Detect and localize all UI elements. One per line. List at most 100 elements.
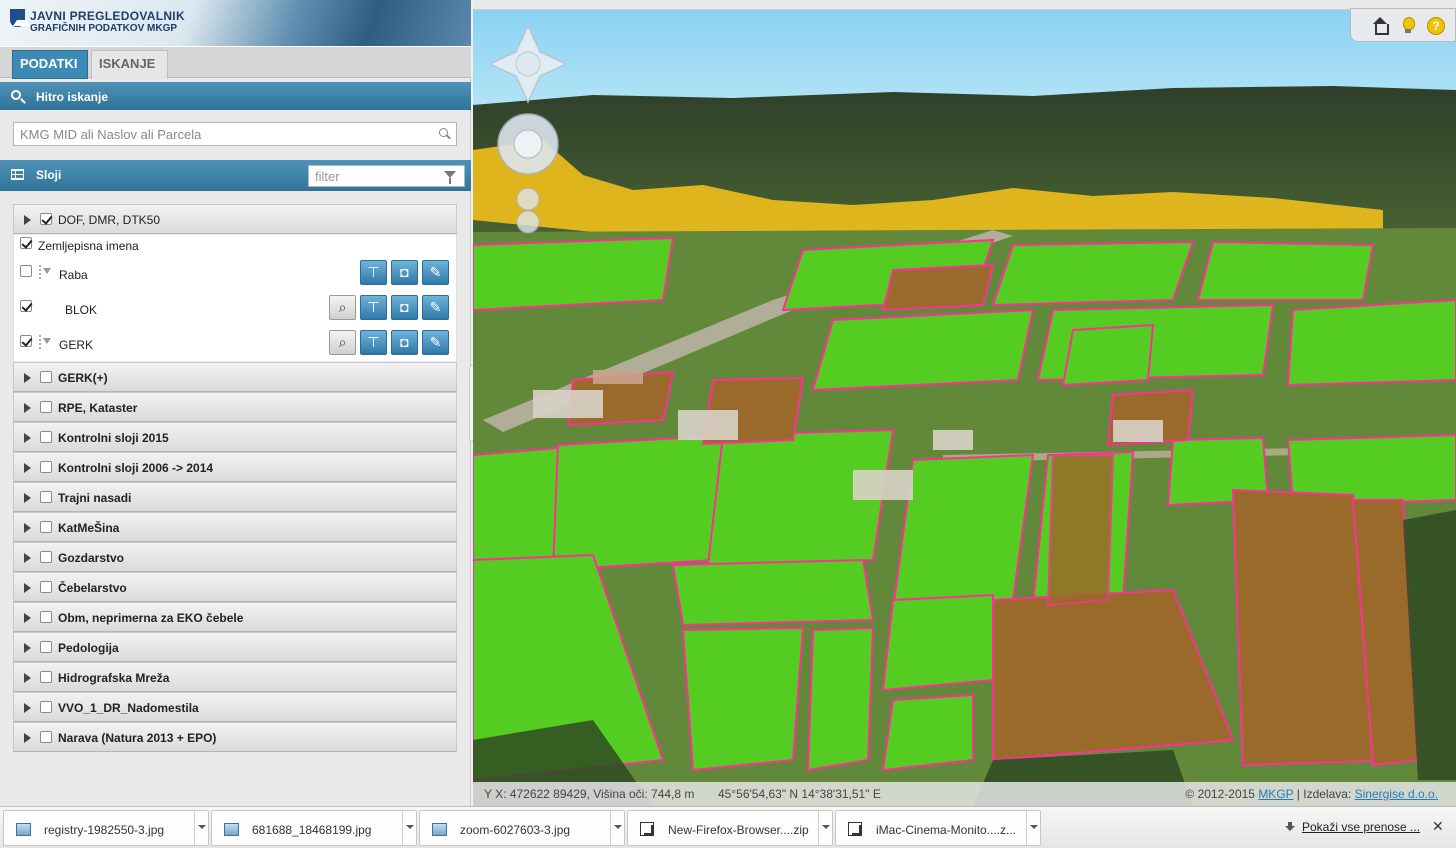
- edit-button[interactable]: ✎: [422, 295, 449, 320]
- layer-group-row[interactable]: Obm, neprimerna za EKO čebele: [13, 602, 457, 632]
- expand-arrow-icon[interactable]: [24, 463, 31, 473]
- latlon-readout: 45°56'54,63" N 14°38'31,51" E: [718, 787, 881, 801]
- style-button[interactable]: ⊤: [360, 330, 387, 355]
- layer-group-checkbox[interactable]: [40, 371, 52, 383]
- mkgp-link[interactable]: MKGP: [1258, 787, 1293, 801]
- layer-group-checkbox[interactable]: [40, 701, 52, 713]
- sublayer-zemljepisna-imena: Zemljepisna imena: [14, 235, 458, 259]
- lightbulb-icon[interactable]: [1399, 17, 1417, 35]
- layer-group-row[interactable]: Gozdarstvo: [13, 542, 457, 572]
- tab-podatki[interactable]: PODATKI: [12, 50, 88, 79]
- tab-bar: PODATKI ISKANJE: [0, 46, 471, 79]
- expand-arrow-icon[interactable]: [24, 493, 31, 503]
- expand-arrow-icon[interactable]: [24, 373, 31, 383]
- download-menu-button[interactable]: [610, 811, 624, 845]
- layer-group-checkbox[interactable]: [40, 213, 52, 225]
- expand-arrow-icon[interactable]: [24, 613, 31, 623]
- layer-group-row[interactable]: Trajni nasadi: [13, 482, 457, 512]
- expand-arrow-icon[interactable]: [24, 403, 31, 413]
- layer-group-checkbox[interactable]: [40, 461, 52, 473]
- filter-icon[interactable]: [444, 171, 456, 184]
- search-submit-icon[interactable]: [439, 128, 448, 137]
- layer-group-row[interactable]: GERK(+): [13, 362, 457, 392]
- pan-arrows-icon[interactable]: [488, 24, 568, 104]
- close-downloads-bar-button[interactable]: ✕: [1432, 818, 1444, 835]
- help-icon[interactable]: ?: [1427, 17, 1445, 35]
- home-icon[interactable]: [1371, 17, 1389, 35]
- layer-group-label: Trajni nasadi: [58, 491, 132, 505]
- expand-arrow-icon[interactable]: [24, 215, 31, 225]
- edit-button[interactable]: ✎: [422, 260, 449, 285]
- drag-handle-icon[interactable]: [38, 335, 52, 349]
- layer-group-checkbox[interactable]: [40, 551, 52, 563]
- style-button[interactable]: ⊤: [360, 295, 387, 320]
- layer-group-row[interactable]: Hidrografska Mreža: [13, 662, 457, 692]
- layer-group-row[interactable]: Kontrolni sloji 2006 -> 2014: [13, 452, 457, 482]
- layer-filter-input[interactable]: [309, 166, 439, 186]
- layer-group-row[interactable]: VVO_1_DR_Nadomestila: [13, 692, 457, 722]
- layer-group-checkbox[interactable]: [40, 671, 52, 683]
- layer-group-dof[interactable]: DOF, DMR, DTK50: [13, 204, 457, 234]
- download-item[interactable]: registry-1982550-3.jpg: [3, 810, 209, 846]
- download-item[interactable]: iMac-Cinema-Monito....z...: [835, 810, 1041, 846]
- expand-arrow-icon[interactable]: [24, 433, 31, 443]
- expand-arrow-icon[interactable]: [24, 583, 31, 593]
- sinergise-link[interactable]: Sinergise d.o.o.: [1355, 787, 1438, 801]
- layer-group-row[interactable]: Pedologija: [13, 632, 457, 662]
- download-menu-button[interactable]: [1026, 811, 1040, 845]
- download-menu-button[interactable]: [818, 811, 832, 845]
- layer-group-checkbox[interactable]: [40, 731, 52, 743]
- credits-separator: | Izdelava:: [1296, 787, 1352, 801]
- download-item[interactable]: 681688_18468199.jpg: [211, 810, 417, 846]
- expand-arrow-icon[interactable]: [24, 523, 31, 533]
- layer-group-checkbox[interactable]: [40, 641, 52, 653]
- sublayer-checkbox[interactable]: [20, 300, 32, 312]
- layer-group-checkbox[interactable]: [40, 401, 52, 413]
- 3d-button[interactable]: ◘: [391, 330, 418, 355]
- 3d-button[interactable]: ◘: [391, 260, 418, 285]
- zoom-slider-icon[interactable]: [516, 187, 540, 234]
- tab-iskanje[interactable]: ISKANJE: [91, 50, 168, 79]
- layer-group-checkbox[interactable]: [40, 521, 52, 533]
- sublayer-checkbox[interactable]: [20, 237, 32, 249]
- expand-arrow-icon[interactable]: [24, 733, 31, 743]
- layer-group-label: Čebelarstvo: [58, 581, 127, 595]
- download-menu-button[interactable]: [194, 811, 208, 845]
- zoom-to-layer-button[interactable]: ⌕: [329, 330, 356, 355]
- credits: © 2012-2015 MKGP | Izdelava: Sinergise d…: [1185, 787, 1438, 801]
- layer-group-row[interactable]: Kontrolni sloji 2015: [13, 422, 457, 452]
- app-subtitle: GRAFIČNIH PODATKOV MKGP: [30, 23, 178, 34]
- map-top-strip: [473, 0, 1456, 10]
- layer-group-row[interactable]: RPE, Kataster: [13, 392, 457, 422]
- left-panel: JAVNI PREGLEDOVALNIK GRAFIČNIH PODATKOV …: [0, 0, 471, 806]
- expand-arrow-icon[interactable]: [24, 703, 31, 713]
- map-3d-view[interactable]: ? Y X: 472622 89429, Višina oči: 744,8 m…: [473, 0, 1456, 806]
- download-item[interactable]: zoom-6027603-3.jpg: [419, 810, 625, 846]
- layer-group-row[interactable]: Narava (Natura 2013 + EPO): [13, 722, 457, 752]
- layer-group-row[interactable]: Čebelarstvo: [13, 572, 457, 602]
- expand-arrow-icon[interactable]: [24, 643, 31, 653]
- show-all-downloads-link[interactable]: Pokaži vse prenose ...: [1302, 820, 1420, 834]
- expand-arrow-icon[interactable]: [24, 553, 31, 563]
- download-menu-button[interactable]: [402, 811, 416, 845]
- edit-button[interactable]: ✎: [422, 330, 449, 355]
- style-button[interactable]: ⊤: [360, 260, 387, 285]
- expand-arrow-icon[interactable]: [24, 673, 31, 683]
- zoom-to-layer-button[interactable]: ⌕: [329, 295, 356, 320]
- download-item[interactable]: New-Firefox-Browser....zip: [627, 810, 833, 846]
- layer-group-checkbox[interactable]: [40, 431, 52, 443]
- sublayer-checkbox[interactable]: [20, 265, 32, 277]
- quick-search-header[interactable]: Hitro iskanje: [0, 82, 471, 110]
- layer-group-row[interactable]: KatMeŠina: [13, 512, 457, 542]
- rotate-compass-icon[interactable]: [497, 113, 559, 175]
- coordinates-readout: Y X: 472622 89429, Višina oči: 744,8 m: [484, 787, 695, 801]
- layer-group-checkbox[interactable]: [40, 491, 52, 503]
- layer-group-checkbox[interactable]: [40, 611, 52, 623]
- sublayer-blok: BLOK ⌕ ⊤ ◘ ✎: [14, 294, 458, 328]
- 3d-button[interactable]: ◘: [391, 295, 418, 320]
- sublayer-checkbox[interactable]: [20, 335, 32, 347]
- drag-handle-icon[interactable]: [38, 265, 52, 279]
- coat-of-arms-icon: [10, 9, 30, 27]
- layer-group-checkbox[interactable]: [40, 581, 52, 593]
- quick-search-input[interactable]: [14, 123, 424, 145]
